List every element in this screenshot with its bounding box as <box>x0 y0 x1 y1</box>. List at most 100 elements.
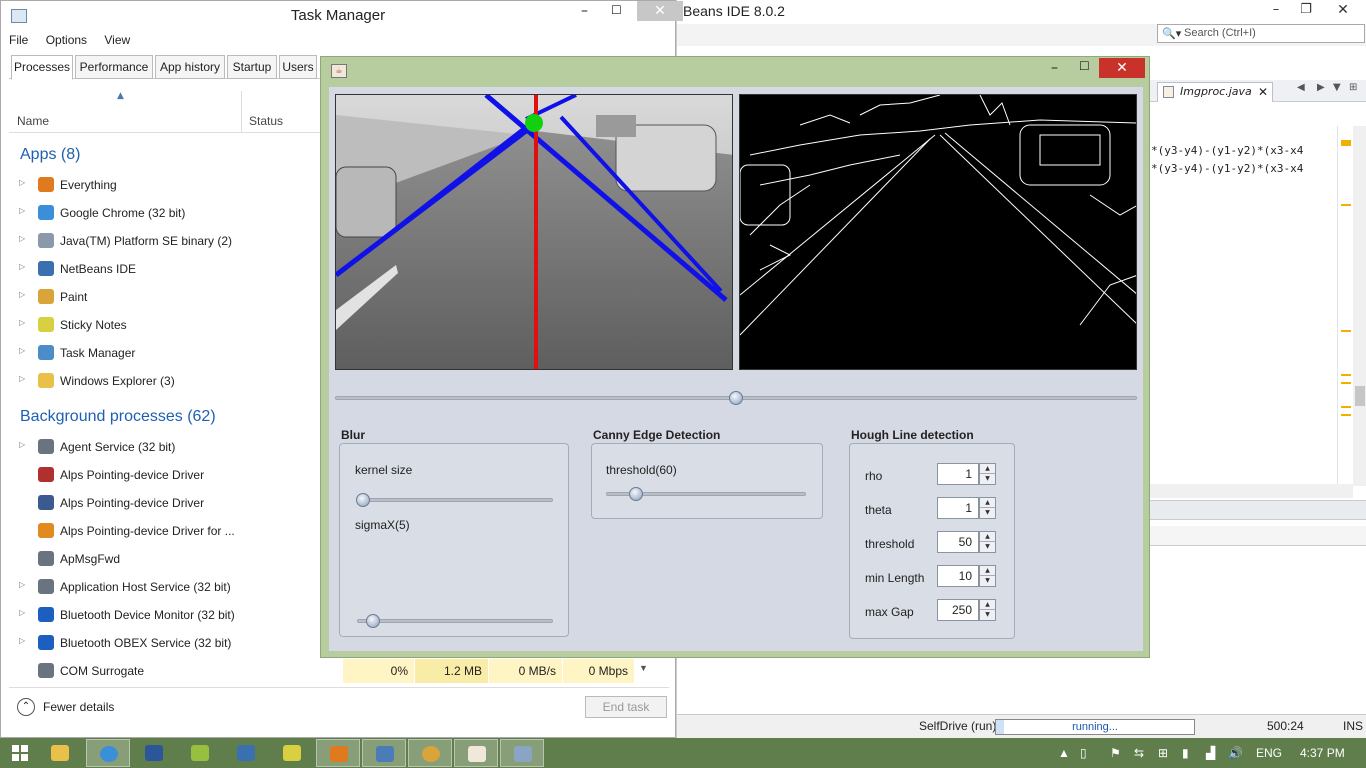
tab-startup[interactable]: Startup <box>227 55 277 79</box>
minimize-icon[interactable]: – <box>1261 0 1291 22</box>
menu-options[interactable]: Options <box>46 33 87 47</box>
close-icon[interactable]: ✕ <box>637 1 683 21</box>
clock[interactable]: 4:37 PM <box>1300 746 1345 760</box>
expand-chevron-icon[interactable]: ▷ <box>19 440 25 449</box>
sigma-track[interactable] <box>357 619 553 623</box>
sync-icon[interactable]: ⇆ <box>1134 746 1144 760</box>
process-row[interactable]: Alps Pointing-device Driver <box>9 461 329 489</box>
app-row[interactable]: ▷ Java(TM) Platform SE binary (2) <box>9 227 329 255</box>
expand-chevron-icon[interactable]: ▷ <box>19 206 25 215</box>
process-row[interactable]: COM Surrogate <box>9 657 329 685</box>
app-row[interactable]: ▷ Sticky Notes <box>9 311 329 339</box>
expand-chevron-icon[interactable]: ▷ <box>19 318 25 327</box>
tab-processes[interactable]: Processes <box>11 55 73 80</box>
scrollbar-thumb[interactable] <box>1355 386 1365 406</box>
stripe-mark[interactable] <box>1341 414 1351 416</box>
network-icon[interactable]: ▟ <box>1206 746 1215 760</box>
language-indicator[interactable]: ENG <box>1256 746 1282 760</box>
scroll-down-icon[interactable]: ▼ <box>639 663 648 673</box>
code-editor[interactable]: *(y3-y4)-(y1-y2)*(x3-x4 *(y3-y4)-(y1-y2)… <box>1147 126 1337 486</box>
taskbar-netbeans[interactable] <box>224 739 268 767</box>
windows-icon[interactable]: ⊞ <box>1158 746 1168 760</box>
minimize-icon[interactable]: – <box>1051 60 1058 76</box>
video-position-thumb[interactable] <box>729 391 743 405</box>
expand-chevron-icon[interactable]: ▷ <box>19 636 25 645</box>
canny-threshold-thumb[interactable] <box>629 487 643 501</box>
column-divider[interactable] <box>241 91 242 133</box>
process-row[interactable]: ▷ Bluetooth OBEX Service (32 bit) <box>9 629 329 657</box>
expand-chevron-icon[interactable]: ▷ <box>19 608 25 617</box>
show-opened-docs-icon[interactable]: ▼ <box>1333 82 1341 93</box>
process-row[interactable]: Alps Pointing-device Driver <box>9 489 329 517</box>
scroll-left-icon[interactable]: ◀ <box>1297 82 1305 93</box>
stripe-mark[interactable] <box>1341 382 1351 384</box>
rho-spinner[interactable]: 1 ▲ ▼ <box>937 463 997 485</box>
taskbar-word[interactable] <box>132 739 176 767</box>
windows-start-icon[interactable] <box>12 745 28 761</box>
stripe-mark[interactable] <box>1341 140 1351 146</box>
close-icon[interactable]: ✕ <box>1099 58 1145 78</box>
app-row[interactable]: ▷ Google Chrome (32 bit) <box>9 199 329 227</box>
process-row[interactable]: ApMsgFwd <box>9 545 329 573</box>
expand-chevron-icon[interactable]: ▷ <box>19 262 25 271</box>
maximize-icon[interactable]: ☐ <box>1079 59 1090 73</box>
decrement-icon[interactable]: ▼ <box>980 576 995 586</box>
fewer-details-link[interactable]: Fewer details <box>43 700 114 714</box>
taskbar-chrome[interactable] <box>86 739 130 767</box>
expand-chevron-icon[interactable]: ▷ <box>19 290 25 299</box>
theta-spinner[interactable]: 1 ▲ ▼ <box>937 497 997 519</box>
volume-icon[interactable]: 🔊 <box>1228 746 1243 760</box>
process-row[interactable]: ▷ Application Host Service (32 bit) <box>9 573 329 601</box>
max-gap-spinner[interactable]: 250 ▲ ▼ <box>937 599 997 621</box>
chevron-up-icon[interactable]: ⌃ <box>17 698 35 716</box>
stripe-mark[interactable] <box>1341 374 1351 376</box>
process-row[interactable]: ▷ Bluetooth Device Monitor (32 bit) <box>9 601 329 629</box>
process-row[interactable]: ▷ Agent Service (32 bit) <box>9 433 329 461</box>
tab-app-history[interactable]: App history <box>155 55 225 79</box>
flag-icon[interactable]: ⚑ <box>1110 746 1121 760</box>
kernel-size-track[interactable] <box>357 498 553 502</box>
scroll-right-icon[interactable]: ▶ <box>1317 82 1325 93</box>
increment-icon[interactable]: ▲ <box>980 600 995 610</box>
run-progress-bar[interactable]: running... <box>995 719 1195 735</box>
taskbar-task-manager[interactable] <box>500 739 544 767</box>
power-icon[interactable]: ▮ <box>1182 746 1189 760</box>
decrement-icon[interactable]: ▼ <box>980 508 995 518</box>
battery-icon[interactable]: ▯ <box>1080 746 1087 760</box>
decrement-icon[interactable]: ▼ <box>980 542 995 552</box>
taskbar-everything[interactable] <box>316 739 360 767</box>
stripe-mark[interactable] <box>1341 406 1351 408</box>
max-gap-field[interactable]: 250 <box>937 599 979 621</box>
app-row[interactable]: ▷ Paint <box>9 283 329 311</box>
column-name[interactable]: Name <box>17 114 49 128</box>
increment-icon[interactable]: ▲ <box>980 464 995 474</box>
taskbar-android[interactable] <box>178 739 222 767</box>
minimize-icon[interactable]: – <box>581 3 588 19</box>
increment-icon[interactable]: ▲ <box>980 498 995 508</box>
taskbar-paint[interactable] <box>408 739 452 767</box>
decrement-icon[interactable]: ▼ <box>980 610 995 620</box>
stripe-mark[interactable] <box>1341 330 1351 332</box>
end-task-button[interactable]: End task <box>585 696 667 718</box>
menu-file[interactable]: File <box>9 33 28 47</box>
menu-view[interactable]: View <box>104 33 130 47</box>
expand-chevron-icon[interactable]: ▷ <box>19 234 25 243</box>
tab-users[interactable]: Users <box>279 55 317 79</box>
hough-threshold-field[interactable]: 50 <box>937 531 979 553</box>
column-status[interactable]: Status <box>249 114 283 128</box>
min-length-field[interactable]: 10 <box>937 565 979 587</box>
hough-threshold-spinner[interactable]: 50 ▲ ▼ <box>937 531 997 553</box>
rho-field[interactable]: 1 <box>937 463 979 485</box>
tab-performance[interactable]: Performance <box>75 55 153 79</box>
app-row[interactable]: ▷ Everything <box>9 171 329 199</box>
process-row[interactable]: Alps Pointing-device Driver for ... <box>9 517 329 545</box>
search-input[interactable]: 🔍▾ Search (Ctrl+I) <box>1157 24 1365 43</box>
theta-field[interactable]: 1 <box>937 497 979 519</box>
close-tab-icon[interactable]: ✕ <box>1258 83 1268 101</box>
app-row[interactable]: ▷ Task Manager <box>9 339 329 367</box>
editor-horizontal-scrollbar[interactable] <box>1147 484 1353 498</box>
min-length-spinner[interactable]: 10 ▲ ▼ <box>937 565 997 587</box>
decrement-icon[interactable]: ▼ <box>980 474 995 484</box>
taskbar-explorer[interactable] <box>38 739 82 767</box>
app-row[interactable]: ▷ NetBeans IDE <box>9 255 329 283</box>
